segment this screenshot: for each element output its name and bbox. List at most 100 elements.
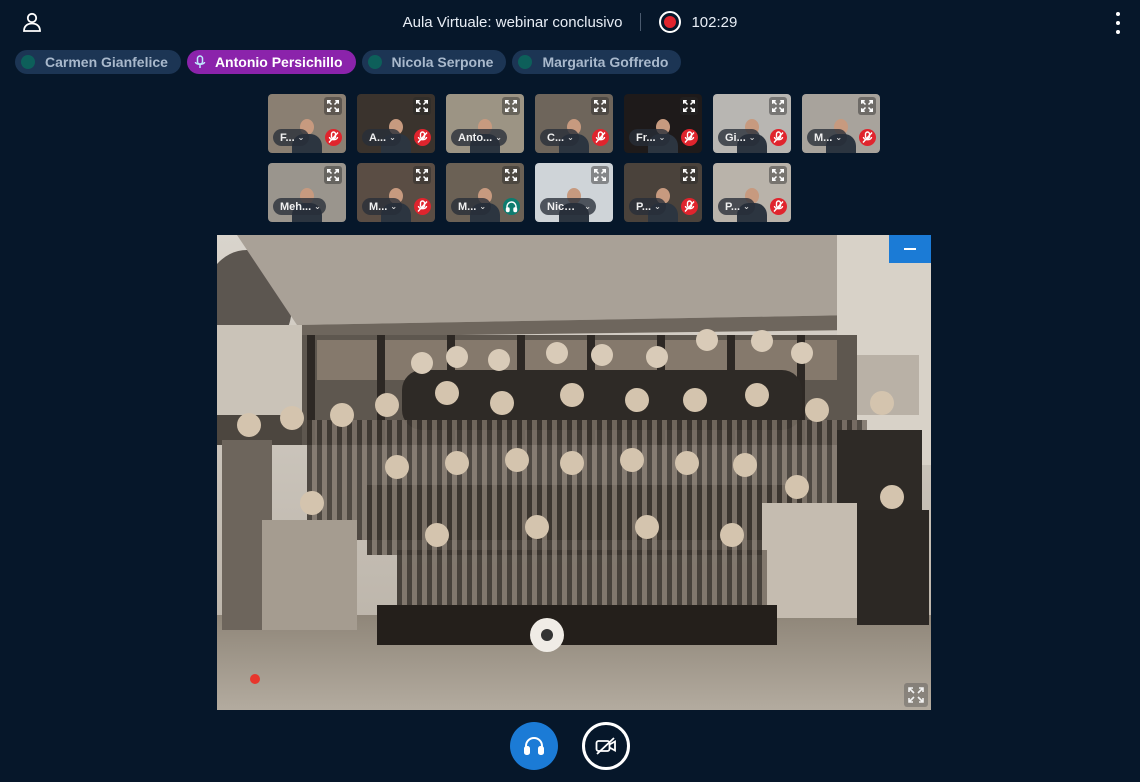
fullscreen-icon [505, 100, 517, 112]
user-list-toggle-button[interactable] [20, 10, 44, 34]
presentation-fullscreen-button[interactable] [904, 683, 928, 707]
webcam-tile[interactable]: P... ⌄ [713, 163, 791, 222]
fullscreen-icon [908, 687, 924, 703]
webcam-name-dropdown[interactable]: M... ⌄ [451, 198, 492, 215]
fullscreen-icon [416, 100, 428, 112]
webcam-name-dropdown[interactable]: F... ⌄ [273, 129, 310, 146]
webcam-tile[interactable]: Meh... ⌄ [268, 163, 346, 222]
talker-chip-active[interactable]: Antonio Persichillo [186, 50, 356, 74]
webcam-name-dropdown[interactable]: Meh... ⌄ [273, 198, 326, 215]
webcam-name-dropdown[interactable]: Fr... ⌄ [629, 129, 671, 146]
muted-mic-icon [859, 129, 876, 146]
webcam-fullscreen-button[interactable] [502, 97, 520, 115]
talkers-list: Carmen Gianfelice Antonio Persichillo Ni… [15, 50, 682, 74]
webcam-tile[interactable]: Anto... ⌄ [446, 94, 524, 153]
webcam-tile[interactable]: M... ⌄ [802, 94, 880, 153]
fullscreen-icon [683, 100, 695, 112]
webcam-fullscreen-button[interactable] [502, 166, 520, 184]
fullscreen-icon [772, 100, 784, 112]
webcam-fullscreen-button[interactable] [413, 166, 431, 184]
webcam-user-name: Gi... [725, 131, 746, 144]
chevron-down-icon: ⌄ [584, 202, 591, 211]
fullscreen-icon [416, 169, 428, 181]
webcam-fullscreen-button[interactable] [680, 166, 698, 184]
webcam-name-dropdown[interactable]: P... ⌄ [718, 198, 755, 215]
talker-name: Nicola Serpone [391, 54, 494, 70]
webcam-user-name: F... [280, 131, 295, 144]
webcam-name-dropdown[interactable]: Gi... ⌄ [718, 129, 761, 146]
webcam-name-dropdown[interactable]: A... ⌄ [362, 129, 401, 146]
fullscreen-icon [594, 100, 606, 112]
webcam-user-name: Fr... [636, 131, 656, 144]
record-icon[interactable] [659, 11, 682, 33]
leave-audio-button[interactable] [510, 722, 558, 770]
webcam-name-dropdown[interactable]: Anto... ⌄ [451, 129, 507, 146]
webcam-tile[interactable]: M... ⌄ [357, 163, 435, 222]
webcam-fullscreen-button[interactable] [769, 166, 787, 184]
more-options-button[interactable] [1114, 12, 1122, 34]
muted-mic-icon [592, 129, 609, 146]
webcam-name-dropdown[interactable]: Nicol... ⌄ [540, 198, 596, 215]
webcam-fullscreen-button[interactable] [591, 166, 609, 184]
webcam-fullscreen-button[interactable] [680, 97, 698, 115]
chevron-down-icon: ⌄ [654, 202, 661, 211]
webcam-fullscreen-button[interactable] [769, 97, 787, 115]
user-icon [23, 12, 41, 32]
team-photo [217, 235, 931, 710]
action-bar [0, 722, 1140, 770]
muted-mic-icon [681, 198, 698, 215]
talker-name: Carmen Gianfelice [45, 54, 168, 70]
presentation-area [217, 235, 931, 710]
fullscreen-icon [594, 169, 606, 181]
webcam-tile[interactable]: A... ⌄ [357, 94, 435, 153]
webcam-tile[interactable]: Gi... ⌄ [713, 94, 791, 153]
muted-mic-icon [770, 129, 787, 146]
more-vertical-icon [1116, 12, 1120, 16]
webcam-user-name: M... [814, 131, 833, 144]
webcam-user-name: P... [725, 200, 741, 213]
webcam-name-dropdown[interactable]: C... ⌄ [540, 129, 579, 146]
webcam-fullscreen-button[interactable] [858, 97, 876, 115]
meeting-title: Aula Virtuale: webinar conclusivo [402, 13, 623, 31]
whiteboard-pointer [250, 674, 260, 684]
webcam-name-dropdown[interactable]: M... ⌄ [807, 129, 848, 146]
webcam-tile[interactable]: P... ⌄ [624, 163, 702, 222]
webcam-tile[interactable]: C... ⌄ [535, 94, 613, 153]
minimize-presentation-button[interactable] [889, 235, 931, 263]
chevron-down-icon: ⌄ [314, 202, 321, 211]
webcam-user-name: C... [547, 131, 565, 144]
webcam-name-dropdown[interactable]: M... ⌄ [362, 198, 403, 215]
webcam-user-name: Nicol... [547, 200, 582, 213]
webcam-tile[interactable]: M... ⌄ [446, 163, 524, 222]
webcam-name-dropdown[interactable]: P... ⌄ [629, 198, 666, 215]
share-webcam-button[interactable] [582, 722, 630, 770]
webcam-fullscreen-button[interactable] [324, 97, 342, 115]
webcam-user-name: A... [369, 131, 387, 144]
webcam-tile[interactable]: F... ⌄ [268, 94, 346, 153]
muted-mic-icon [414, 198, 431, 215]
webcam-fullscreen-button[interactable] [324, 166, 342, 184]
chevron-down-icon: ⌄ [835, 133, 843, 142]
fullscreen-icon [683, 169, 695, 181]
headphones-icon [524, 736, 544, 755]
video-off-icon [595, 737, 616, 755]
chevron-down-icon: ⌄ [390, 202, 398, 211]
muted-mic-icon [770, 198, 787, 215]
chevron-down-icon: ⌄ [748, 133, 756, 142]
top-bar: Aula Virtuale: webinar conclusivo 102:29 [0, 0, 1140, 44]
talker-status-dot [518, 55, 533, 69]
talker-name: Margarita Goffredo [542, 54, 669, 70]
chevron-down-icon: ⌄ [479, 202, 487, 211]
webcam-tile[interactable]: Nicol... ⌄ [535, 163, 613, 222]
fullscreen-icon [505, 169, 517, 181]
talker-chip[interactable]: Carmen Gianfelice [15, 50, 181, 74]
talker-chip[interactable]: Margarita Goffredo [512, 50, 682, 74]
chevron-down-icon: ⌄ [495, 133, 502, 142]
title-separator [640, 13, 642, 31]
webcam-fullscreen-button[interactable] [413, 97, 431, 115]
webcam-fullscreen-button[interactable] [591, 97, 609, 115]
webcam-tile[interactable]: Fr... ⌄ [624, 94, 702, 153]
talker-status-dot [21, 55, 35, 69]
minimize-icon [904, 248, 916, 250]
talker-chip[interactable]: Nicola Serpone [361, 50, 507, 74]
